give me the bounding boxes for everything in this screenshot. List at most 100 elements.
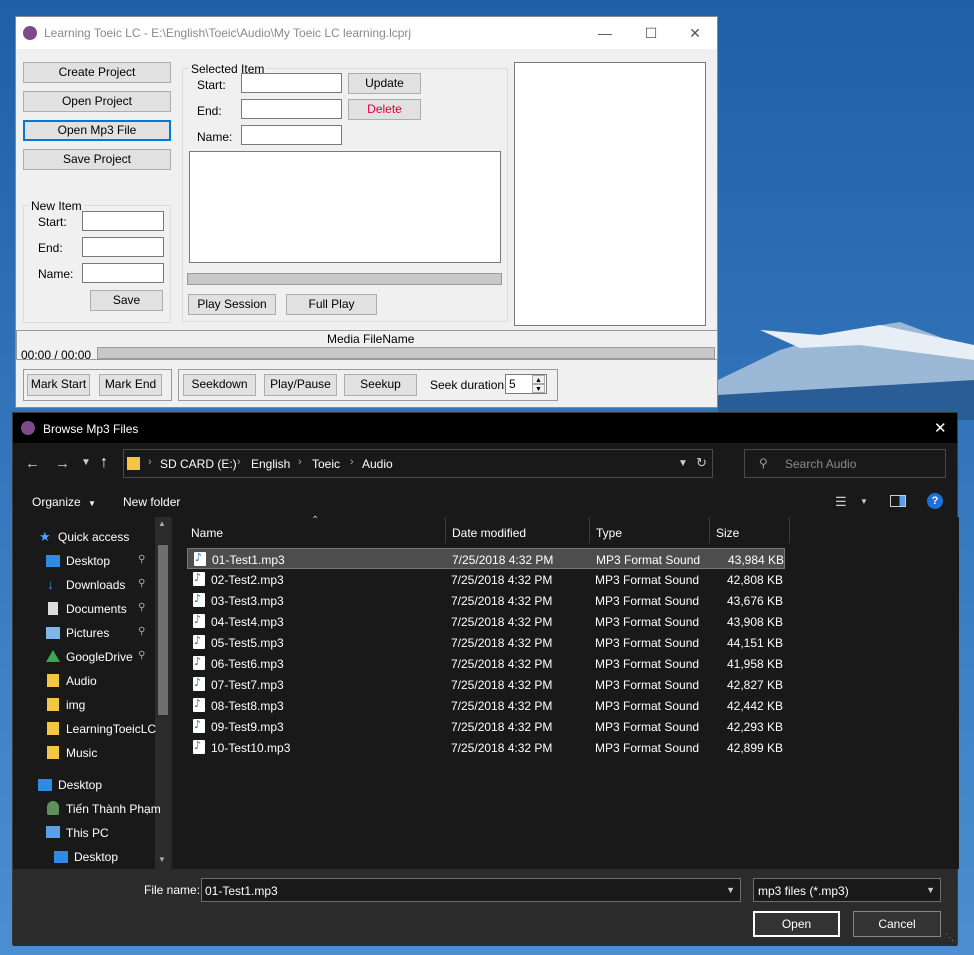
address-bar[interactable]: › SD CARD (E:) › English › Toeic › Audio… [123, 449, 713, 478]
column-divider[interactable] [445, 517, 446, 543]
mp3-file-icon [193, 739, 205, 754]
file-row[interactable]: 04-Test4.mp3 7/25/2018 4:32 PM MP3 Format … [187, 611, 785, 632]
column-header-size[interactable]: Size [716, 526, 739, 540]
new-item-name-input[interactable] [82, 263, 164, 283]
search-input[interactable]: ⚲ Search Audio [744, 449, 946, 478]
breadcrumb-item[interactable]: English [251, 457, 290, 471]
computer-icon [46, 826, 60, 838]
refresh-icon[interactable]: ↻ [696, 455, 707, 471]
column-header-type[interactable]: Type [596, 526, 622, 540]
play-pause-button[interactable]: Play/Pause [264, 374, 337, 396]
create-project-button[interactable]: Create Project [23, 62, 171, 83]
media-progress-bar[interactable] [97, 347, 715, 359]
file-size-cell: 42,293 KB [727, 720, 784, 734]
breadcrumb-item[interactable]: Toeic [312, 457, 340, 471]
new-item-end-input[interactable] [82, 237, 164, 257]
pin-icon: ⚲ [138, 554, 146, 565]
file-name-cell: 06-Test6.mp3 [211, 657, 284, 671]
new-item-save-button[interactable]: Save [90, 290, 163, 311]
preview-pane-icon[interactable] [890, 495, 906, 507]
folder-icon [47, 722, 59, 735]
mark-end-button[interactable]: Mark End [99, 374, 162, 396]
play-session-button[interactable]: Play Session [188, 294, 276, 315]
spin-up-icon[interactable]: ▲ [532, 375, 545, 384]
file-row[interactable]: 05-Test5.mp3 7/25/2018 4:32 PM MP3 Format … [187, 632, 785, 653]
file-row[interactable]: 07-Test7.mp3 7/25/2018 4:32 PM MP3 Format … [187, 674, 785, 695]
save-project-button[interactable]: Save Project [23, 149, 171, 170]
open-project-button[interactable]: Open Project [23, 91, 171, 112]
pin-icon: ⚲ [138, 626, 146, 637]
file-name-cell: 08-Test8.mp3 [211, 699, 284, 713]
file-type-select[interactable]: mp3 files (*.mp3) ▼ [753, 878, 941, 902]
pin-icon: ⚲ [138, 602, 146, 613]
spin-down-icon[interactable]: ▼ [532, 384, 545, 393]
forward-icon[interactable]: → [55, 455, 70, 472]
file-row[interactable]: 08-Test8.mp3 7/25/2018 4:32 PM MP3 Format … [187, 695, 785, 716]
column-header-name[interactable]: Name [191, 526, 223, 540]
nav-scroll-thumb[interactable] [158, 545, 168, 715]
close-icon[interactable]: ✕ [934, 419, 947, 437]
selected-name-input[interactable] [241, 125, 342, 145]
file-row[interactable]: 02-Test2.mp3 7/25/2018 4:32 PM MP3 Format … [187, 569, 785, 590]
file-row[interactable]: 06-Test6.mp3 7/25/2018 4:32 PM MP3 Format … [187, 653, 785, 674]
file-size-cell: 43,676 KB [727, 594, 784, 608]
seekdown-button[interactable]: Seekdown [183, 374, 256, 396]
column-divider[interactable] [789, 517, 790, 543]
chevron-down-icon[interactable]: ▼ [678, 458, 688, 469]
maximize-button[interactable]: ☐ [628, 17, 674, 49]
breadcrumb-separator-icon: › [298, 456, 302, 468]
breadcrumb-item[interactable]: Audio [362, 457, 393, 471]
cancel-button[interactable]: Cancel [853, 911, 941, 937]
chevron-down-icon[interactable]: ▼ [860, 497, 868, 506]
resize-grip-icon[interactable]: ⋱ [945, 932, 954, 943]
nav-item-label: Documents [66, 602, 127, 616]
full-play-button[interactable]: Full Play [286, 294, 377, 315]
file-type-cell: MP3 Format Sound [595, 741, 700, 755]
new-item-start-input[interactable] [82, 211, 164, 231]
file-name-input[interactable]: 01-Test1.mp3 ▼ [201, 878, 741, 902]
breadcrumb-item[interactable]: SD CARD (E:) [160, 457, 237, 471]
nav-scrollbar[interactable]: ▲ ▼ [155, 517, 171, 869]
mp3-file-icon [193, 697, 205, 712]
open-mp3-file-button[interactable]: Open Mp3 File [23, 120, 171, 141]
new-folder-button[interactable]: New folder [123, 495, 180, 509]
scroll-up-icon[interactable]: ▲ [158, 519, 166, 528]
search-placeholder: Search Audio [785, 457, 857, 471]
column-divider[interactable] [709, 517, 710, 543]
column-header-date[interactable]: Date modified [452, 526, 526, 540]
help-icon[interactable]: ? [927, 493, 943, 509]
update-button[interactable]: Update [348, 73, 421, 94]
selected-start-input[interactable] [241, 73, 342, 93]
back-icon[interactable]: ← [25, 455, 40, 472]
chevron-down-icon[interactable]: ▼ [726, 885, 735, 895]
file-row[interactable]: 03-Test3.mp3 7/25/2018 4:32 PM MP3 Format … [187, 590, 785, 611]
chevron-down-icon: ▼ [88, 499, 96, 508]
mark-start-button[interactable]: Mark Start [27, 374, 90, 396]
file-row[interactable]: 09-Test9.mp3 7/25/2018 4:32 PM MP3 Format … [187, 716, 785, 737]
delete-button[interactable]: Delete [348, 99, 421, 120]
breadcrumb-separator-icon: › [350, 456, 354, 468]
minimize-button[interactable]: — [582, 17, 628, 49]
nav-item-label: Quick access [58, 530, 130, 544]
mp3-file-icon [193, 676, 205, 691]
nav-item-label: Desktop [66, 554, 111, 568]
selected-end-input[interactable] [241, 99, 342, 119]
file-row[interactable]: 01-Test1.mp3 7/25/2018 4:32 PM MP3 Format … [187, 548, 785, 569]
column-divider[interactable] [589, 517, 590, 543]
view-options-icon[interactable]: ☰ [835, 494, 847, 510]
file-type-cell: MP3 Format Sound [595, 678, 700, 692]
open-button[interactable]: Open [753, 911, 840, 937]
close-button[interactable]: ✕ [672, 17, 718, 49]
dialog-title: Browse Mp3 Files [43, 422, 139, 436]
desktop-icon [46, 555, 60, 567]
recent-chevron-icon[interactable]: ▼ [81, 457, 91, 468]
scroll-down-icon[interactable]: ▼ [158, 855, 166, 864]
file-type-cell: MP3 Format Sound [595, 615, 700, 629]
mp3-file-icon [194, 551, 206, 566]
seek-duration-spinner[interactable]: 5 ▲ ▼ [505, 374, 547, 394]
file-row[interactable]: 10-Test10.mp3 7/25/2018 4:32 PM MP3 Format… [187, 737, 785, 758]
organize-menu[interactable]: Organize ▼ [32, 495, 96, 509]
seekup-button[interactable]: Seekup [344, 374, 417, 396]
up-icon[interactable]: ↑ [100, 454, 108, 472]
items-list[interactable] [189, 151, 501, 263]
